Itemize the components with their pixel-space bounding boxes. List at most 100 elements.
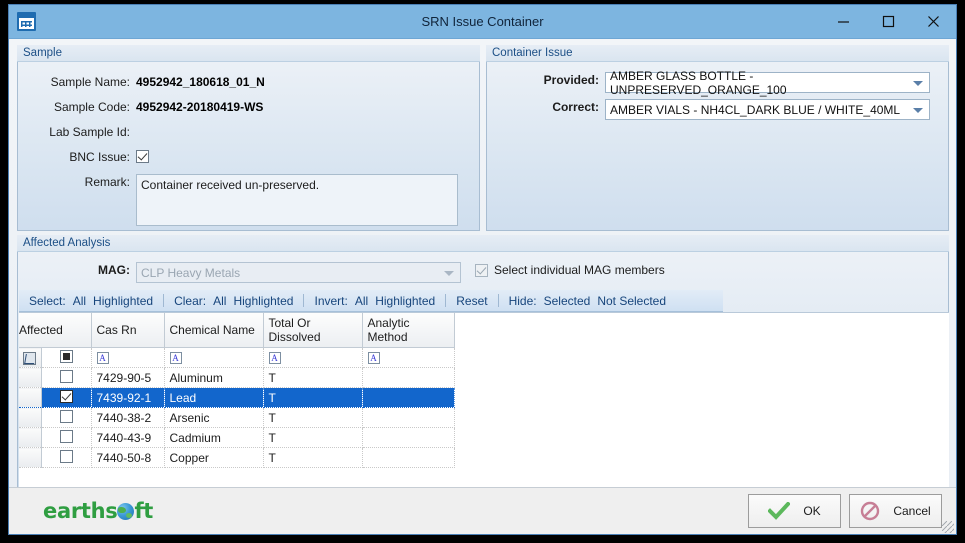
sample-name-value: 4952942_180618_01_N (136, 75, 265, 89)
filter-toggle-cell[interactable] (19, 347, 42, 368)
column-header-cas-rn[interactable]: Cas Rn (91, 313, 165, 348)
remark-textarea[interactable]: Container received un-preserved. (136, 174, 458, 226)
filter-a-icon[interactable]: A (268, 352, 281, 365)
selection-toolbar: Select: All Highlighted Clear: All Highl… (19, 290, 723, 312)
row-total-or-dissolved: T (263, 447, 363, 468)
column-header-affected[interactable]: Affected (19, 313, 92, 348)
filter-a-icon[interactable]: A (169, 352, 182, 365)
sample-code-row: Sample Code: 4952942-20180419-WS (18, 99, 263, 115)
table-row[interactable]: 7440-43-9 Cadmium T (19, 427, 455, 448)
filter-cas-rn-cell[interactable]: A (91, 347, 165, 368)
bnc-issue-label: BNC Issue: (69, 150, 130, 164)
row-cas-rn: 7439-92-1 (91, 387, 165, 408)
dialog-button-bar: OK Cancel (748, 494, 942, 528)
row-affected-checkbox[interactable] (59, 370, 73, 383)
hide-not-selected-link[interactable]: Not Selected (597, 294, 666, 308)
row-affected-checkbox[interactable] (59, 450, 73, 463)
filter-a-icon[interactable]: A (367, 352, 380, 365)
maximize-button[interactable] (866, 5, 911, 38)
mag-combobox[interactable]: CLP Heavy Metals (136, 262, 461, 283)
row-affected-checkbox[interactable] (59, 390, 73, 403)
table-row[interactable]: 7439-92-1 Lead T (19, 387, 455, 408)
lab-sample-id-row: Lab Sample Id: (18, 124, 136, 140)
no-entry-icon (861, 501, 880, 521)
invert-highlighted-link[interactable]: Highlighted (375, 294, 435, 308)
clear-all-link[interactable]: All (213, 294, 226, 308)
ok-button-label: OK (803, 504, 821, 518)
row-analytic-method (362, 447, 455, 468)
close-button[interactable] (911, 5, 956, 38)
affected-analysis-caption: Affected Analysis (17, 235, 949, 252)
column-header-chemical-name[interactable]: Chemical Name (164, 313, 264, 348)
correct-combobox[interactable]: AMBER VIALS - NH4CL_DARK BLUE / WHITE_40… (605, 99, 930, 120)
earthsoft-logo: earths ft (43, 499, 153, 523)
bnc-issue-checkbox[interactable] (136, 150, 149, 163)
table-row[interactable]: 7440-38-2 Arsenic T (19, 407, 455, 428)
filter-toggle-icon[interactable] (23, 351, 37, 365)
clear-highlighted-link[interactable]: Highlighted (233, 294, 293, 308)
row-header[interactable] (19, 367, 42, 388)
hide-label: Hide: (508, 293, 537, 308)
provided-value: AMBER GLASS BOTTLE - UNPRESERVED_ORANGE_… (610, 68, 787, 97)
ok-button[interactable]: OK (748, 494, 841, 528)
select-all-checkbox[interactable] (59, 350, 73, 363)
container-issue-panel: Container Issue Provided: AMBER GLASS BO… (486, 45, 949, 231)
row-analytic-method (362, 407, 455, 428)
sample-panel: Sample Sample Name: 4952942_180618_01_N … (17, 45, 480, 231)
select-mag-members-checkbox[interactable] (475, 264, 488, 277)
row-affected-checkbox[interactable] (59, 430, 73, 443)
column-header-total-or-dissolved[interactable]: Total Or Dissolved (263, 313, 363, 348)
remark-row: Remark: Container received un-preserved. (18, 174, 458, 226)
hide-selected-link[interactable]: Selected (544, 294, 591, 308)
row-affected-cell[interactable] (41, 387, 92, 408)
correct-row: Correct: AMBER VIALS - NH4CL_DARK BLUE /… (487, 99, 930, 120)
toolbar-divider (163, 294, 165, 307)
row-total-or-dissolved: T (263, 367, 363, 388)
row-total-or-dissolved: T (263, 387, 363, 408)
bnc-issue-row: BNC Issue: (18, 149, 149, 165)
toolbar-divider (497, 294, 499, 307)
chevron-down-icon (444, 270, 454, 276)
check-icon (768, 502, 791, 520)
row-affected-cell[interactable] (41, 367, 92, 388)
analysis-table: Affected Cas Rn Chemical Name Total Or D… (19, 313, 455, 468)
resize-grip[interactable] (942, 521, 954, 533)
mag-label: MAG: (98, 263, 130, 277)
row-affected-cell[interactable] (41, 407, 92, 428)
row-header[interactable] (19, 447, 42, 468)
minimize-button[interactable] (821, 5, 866, 38)
invert-label: Invert: (314, 293, 348, 308)
cancel-button-label: Cancel (893, 504, 931, 518)
sample-code-value: 4952942-20180419-WS (136, 100, 264, 114)
remark-label: Remark: (84, 175, 130, 189)
affected-analysis-grid[interactable]: Affected Cas Rn Chemical Name Total Or D… (19, 312, 949, 494)
select-highlighted-link[interactable]: Highlighted (93, 294, 153, 308)
row-affected-checkbox[interactable] (59, 410, 73, 423)
row-header[interactable] (19, 427, 42, 448)
select-mag-members-label: Select individual MAG members (494, 263, 665, 277)
provided-combobox[interactable]: AMBER GLASS BOTTLE - UNPRESERVED_ORANGE_… (605, 69, 930, 97)
row-header[interactable] (19, 407, 42, 428)
row-chemical-name: Lead (164, 387, 264, 408)
row-cas-rn: 7440-43-9 (91, 427, 165, 448)
row-header[interactable] (19, 387, 42, 408)
filter-affected-cell[interactable] (41, 347, 92, 368)
table-row[interactable]: 7429-90-5 Aluminum T (19, 367, 455, 388)
sample-panel-caption: Sample (17, 45, 480, 62)
cancel-button[interactable]: Cancel (849, 494, 942, 528)
column-header-analytic-method[interactable]: Analytic Method (362, 313, 455, 348)
filter-chemical-name-cell[interactable]: A (164, 347, 264, 368)
window-title: SRN Issue Container (421, 14, 544, 29)
dialog-footer: earths ft OK Cancel (9, 487, 956, 534)
filter-analytic-method-cell[interactable]: A (362, 347, 455, 368)
filter-total-or-dissolved-cell[interactable]: A (263, 347, 363, 368)
invert-all-link[interactable]: All (355, 294, 368, 308)
row-affected-cell[interactable] (41, 447, 92, 468)
table-row[interactable]: 7440-50-8 Copper T (19, 447, 455, 468)
select-all-link[interactable]: All (73, 294, 86, 308)
row-affected-cell[interactable] (41, 427, 92, 448)
reset-link[interactable]: Reset (456, 294, 487, 308)
filter-a-icon[interactable]: A (96, 352, 109, 365)
mag-value: CLP Heavy Metals (141, 265, 241, 280)
table-header-row: Affected Cas Rn Chemical Name Total Or D… (19, 313, 455, 348)
